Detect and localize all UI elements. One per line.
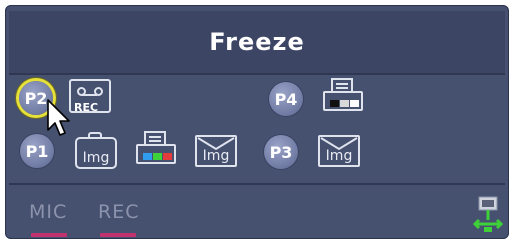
preset-p1-label: P1 <box>25 141 49 161</box>
swatch <box>340 100 349 107</box>
swatch <box>163 153 172 160</box>
panel-title: Freeze <box>209 28 305 56</box>
paper <box>144 131 166 145</box>
mic-label[interactable]: MIC <box>29 201 67 223</box>
rec-label[interactable]: REC <box>98 201 139 223</box>
divider <box>9 183 505 185</box>
camera-img-label: Img <box>82 150 110 166</box>
swatch <box>143 153 152 160</box>
preset-p3-label: P3 <box>269 142 293 162</box>
paper <box>331 78 353 92</box>
envelope-flap <box>320 137 358 151</box>
email-img-icon[interactable]: Img <box>195 135 237 167</box>
mouse-cursor-icon <box>47 99 70 136</box>
title-bar: Freeze <box>9 11 505 73</box>
preset-p2-label: P2 <box>24 88 48 108</box>
rec-level-bar <box>100 233 136 237</box>
record-tape-icon[interactable]: REC <box>69 79 111 114</box>
camera-img-icon[interactable]: Img <box>75 132 117 169</box>
divider <box>9 73 505 75</box>
mic-level-bar <box>31 233 67 237</box>
preset-p4-label: P4 <box>274 89 298 109</box>
printer-color-icon[interactable] <box>134 131 178 165</box>
record-tape-label: REC <box>74 101 99 114</box>
swatch <box>350 100 359 107</box>
swatch <box>330 100 339 107</box>
email-img-icon[interactable]: Img <box>318 135 360 167</box>
envelope-flap <box>197 137 235 151</box>
tape <box>81 94 97 96</box>
printer-mono-icon[interactable] <box>321 78 365 112</box>
preset-p1-button[interactable]: P1 <box>20 134 54 168</box>
swatch <box>153 153 162 160</box>
preset-p3-button[interactable]: P3 <box>264 135 298 169</box>
preset-p4-button[interactable]: P4 <box>269 82 303 116</box>
network-icon[interactable] <box>471 196 505 234</box>
freeze-panel: Freeze P2 REC P4 P1 Img Img P3 Img MIC R… <box>5 5 509 239</box>
